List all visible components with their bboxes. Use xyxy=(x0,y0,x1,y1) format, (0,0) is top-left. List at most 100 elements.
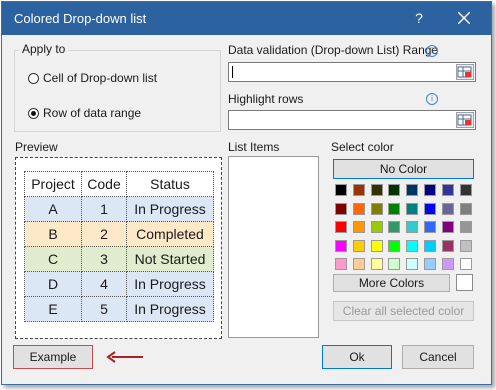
radio-button[interactable] xyxy=(28,72,39,84)
table-row: E 5 In Progress xyxy=(24,296,214,322)
color-swatch[interactable] xyxy=(424,258,436,270)
color-swatch[interactable] xyxy=(406,221,419,233)
color-swatch[interactable] xyxy=(406,239,419,252)
color-swatch[interactable] xyxy=(406,258,419,270)
more-colors-label: More Colors xyxy=(358,276,425,290)
range-select-icon xyxy=(457,114,472,126)
example-label: Example xyxy=(29,350,77,364)
title-bar: Colored Drop-down list ? xyxy=(2,2,491,35)
clear-all-colors-button[interactable]: Clear all selected color xyxy=(333,301,474,321)
color-swatch[interactable] xyxy=(388,221,401,233)
color-swatch[interactable] xyxy=(459,258,472,270)
clear-all-colors-label: Clear all selected color xyxy=(342,304,465,318)
close-button[interactable] xyxy=(450,6,478,30)
color-swatch[interactable] xyxy=(441,258,454,270)
color-swatch[interactable] xyxy=(370,202,383,215)
color-swatch[interactable] xyxy=(370,258,383,270)
cell-project: B xyxy=(24,221,82,247)
color-swatch[interactable] xyxy=(370,184,383,196)
header-status: Status xyxy=(126,171,214,197)
more-colors-button[interactable]: More Colors xyxy=(333,274,450,292)
cancel-button[interactable]: Cancel xyxy=(402,345,474,369)
range-select-icon xyxy=(457,66,472,78)
no-color-label: No Color xyxy=(379,162,428,176)
table-row: C 3 Not Started xyxy=(24,246,214,272)
arrow-pointer-icon xyxy=(106,351,143,363)
data-validation-label: Data validation (Drop-down List) Range xyxy=(228,43,439,57)
radio-row-of-data-range[interactable]: Row of data range xyxy=(28,106,141,120)
color-swatch[interactable] xyxy=(335,221,347,233)
colored-dropdown-dialog: Colored Drop-down list ? Apply to Cell o… xyxy=(1,1,492,385)
cell-project: D xyxy=(24,271,82,297)
color-swatch[interactable] xyxy=(352,258,365,270)
window-title: Colored Drop-down list xyxy=(14,11,147,26)
color-swatch[interactable] xyxy=(441,239,454,252)
text-caret xyxy=(232,66,233,78)
color-swatch[interactable] xyxy=(459,184,472,196)
color-swatch[interactable] xyxy=(335,184,347,196)
cell-project: C xyxy=(24,246,82,272)
radio-cell-of-dropdown[interactable]: Cell of Drop-down list xyxy=(28,71,157,85)
highlight-rows-input[interactable] xyxy=(228,110,476,130)
preview-header-row: Project Code Status xyxy=(24,171,214,197)
table-row: D 4 In Progress xyxy=(24,271,214,297)
color-swatch[interactable] xyxy=(459,221,472,233)
cell-project: E xyxy=(24,296,82,322)
cell-status: Not Started xyxy=(126,246,214,272)
color-swatch[interactable] xyxy=(459,202,472,215)
help-button[interactable]: ? xyxy=(408,8,430,28)
no-color-button[interactable]: No Color xyxy=(333,159,474,179)
list-items-box[interactable] xyxy=(228,156,319,338)
cancel-label: Cancel xyxy=(419,350,457,364)
color-swatch[interactable] xyxy=(406,184,419,196)
cell-status: In Progress xyxy=(126,271,214,297)
color-swatch[interactable] xyxy=(388,239,401,252)
radio-label: Cell of Drop-down list xyxy=(43,71,158,85)
cell-status: Completed xyxy=(126,221,214,247)
color-swatch[interactable] xyxy=(424,202,436,215)
color-swatch[interactable] xyxy=(441,184,454,196)
color-swatch[interactable] xyxy=(335,202,347,215)
highlight-rows-label: Highlight rows xyxy=(228,92,304,106)
example-button[interactable]: Example xyxy=(13,345,93,369)
color-swatch[interactable] xyxy=(335,239,347,252)
color-swatch[interactable] xyxy=(459,239,472,252)
header-project: Project xyxy=(24,171,82,197)
color-swatch[interactable] xyxy=(424,221,436,233)
color-swatch[interactable] xyxy=(424,239,436,252)
cell-code: 4 xyxy=(81,271,127,297)
color-swatch[interactable] xyxy=(352,221,365,233)
color-swatch[interactable] xyxy=(424,184,436,196)
cell-code: 2 xyxy=(81,221,127,247)
color-swatch[interactable] xyxy=(441,221,454,233)
color-swatch[interactable] xyxy=(441,202,454,215)
ok-button[interactable]: Ok xyxy=(322,345,392,369)
color-swatch[interactable] xyxy=(352,184,365,196)
color-swatch[interactable] xyxy=(406,202,419,215)
cell-code: 5 xyxy=(81,296,127,322)
close-icon xyxy=(458,12,470,24)
ok-label: Ok xyxy=(349,350,365,364)
color-swatch[interactable] xyxy=(370,221,383,233)
preview-table: Project Code Status A 1 In Progress B 2 … xyxy=(24,171,214,322)
color-swatch[interactable] xyxy=(370,239,383,252)
color-swatch[interactable] xyxy=(388,184,401,196)
data-validation-range-input[interactable] xyxy=(228,62,476,82)
color-swatch[interactable] xyxy=(388,202,401,215)
color-swatch[interactable] xyxy=(352,239,365,252)
select-color-label: Select color xyxy=(331,140,394,154)
range-select-button[interactable] xyxy=(456,112,474,128)
range-select-button[interactable] xyxy=(456,64,474,80)
color-swatch[interactable] xyxy=(335,258,347,270)
info-icon[interactable]: i xyxy=(426,93,438,105)
cell-code: 1 xyxy=(81,196,127,222)
color-swatch[interactable] xyxy=(388,258,401,270)
info-icon[interactable]: i xyxy=(426,45,438,57)
radio-label: Row of data range xyxy=(43,106,142,120)
radio-button-checked[interactable] xyxy=(28,107,39,119)
list-items-label: List Items xyxy=(228,140,280,154)
color-swatch[interactable] xyxy=(352,202,365,215)
apply-to-label: Apply to xyxy=(19,42,69,56)
cell-code: 3 xyxy=(81,246,127,272)
current-color-swatch[interactable] xyxy=(456,274,473,291)
